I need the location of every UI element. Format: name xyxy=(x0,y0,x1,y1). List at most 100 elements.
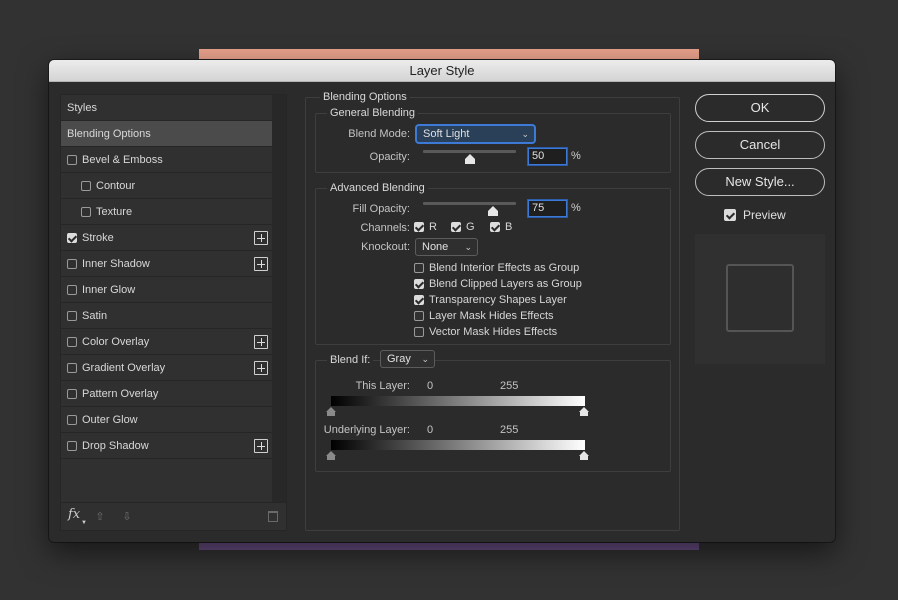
underlying-layer-max: 255 xyxy=(500,424,519,436)
channel-g-label: G xyxy=(466,221,475,233)
style-item-texture[interactable]: Texture xyxy=(61,199,272,225)
fill-opacity-input[interactable]: 75 xyxy=(528,200,567,217)
add-effect-instance-icon[interactable] xyxy=(254,361,268,375)
add-effect-button[interactable]: fx xyxy=(68,507,80,522)
style-item-label: Inner Shadow xyxy=(82,257,150,270)
style-item-checkbox[interactable] xyxy=(67,154,77,165)
fill-opacity-slider-track[interactable] xyxy=(423,202,516,205)
opacity-slider-track[interactable] xyxy=(423,150,516,153)
underlying-layer-label: Underlying Layer: xyxy=(323,424,410,436)
styles-footer: fx ▼ ⇧ ⇩ xyxy=(61,502,286,530)
style-item-stroke[interactable]: Stroke xyxy=(61,225,272,251)
style-item-checkbox[interactable] xyxy=(67,336,77,347)
fill-opacity-slider-thumb[interactable] xyxy=(487,206,498,216)
knockout-value: None xyxy=(422,241,449,253)
add-effect-instance-icon[interactable] xyxy=(254,335,268,349)
move-down-icon[interactable]: ⇩ xyxy=(121,511,133,523)
style-item-checkbox[interactable] xyxy=(67,284,77,295)
layer-style-dialog: Layer Style Styles Blending Options Bevel … xyxy=(49,60,835,542)
knockout-select[interactable]: None ⌄ xyxy=(415,238,478,256)
style-item-inner-shadow[interactable]: Inner Shadow xyxy=(61,251,272,277)
style-item-label: Gradient Overlay xyxy=(82,361,166,374)
style-item-contour[interactable]: Contour xyxy=(61,173,272,199)
trash-icon[interactable] xyxy=(268,511,278,522)
style-item-label: Contour xyxy=(96,179,136,192)
style-item-checkbox[interactable] xyxy=(81,180,91,191)
move-up-icon[interactable]: ⇧ xyxy=(94,511,106,523)
style-item-checkbox[interactable] xyxy=(67,232,77,243)
option-blend-clipped-layers-as-group[interactable]: Blend Clipped Layers as Group xyxy=(414,278,582,290)
this-layer-black-slider[interactable] xyxy=(326,407,336,416)
channel-b-checkbox[interactable] xyxy=(490,222,500,232)
blend-mode-label: Blend Mode: xyxy=(348,128,410,140)
general-blending-group: General Blending Blend Mode: Soft Light … xyxy=(315,107,671,173)
style-item-label: Bevel & Emboss xyxy=(82,153,163,166)
channel-g[interactable]: G xyxy=(451,221,475,233)
underlying-layer-white-slider[interactable] xyxy=(579,451,589,460)
style-item-checkbox[interactable] xyxy=(67,310,77,321)
option-vector-mask-hides-effects[interactable]: Vector Mask Hides Effects xyxy=(414,326,557,338)
this-layer-gradient xyxy=(331,396,585,406)
blend-mode-select[interactable]: Soft Light ⌄ xyxy=(416,125,535,143)
channels-label: Channels: xyxy=(360,222,410,234)
dialog-title: Layer Style xyxy=(49,60,835,82)
this-layer-max: 255 xyxy=(500,380,519,392)
option-checkbox[interactable] xyxy=(414,311,424,321)
opacity-input[interactable]: 50 xyxy=(528,148,567,165)
style-item-checkbox[interactable] xyxy=(81,206,91,217)
advanced-blending-group: Advanced Blending Fill Opacity: 75 % Cha… xyxy=(315,182,671,345)
style-item-pattern-overlay[interactable]: Pattern Overlay xyxy=(61,381,272,407)
channel-r-checkbox[interactable] xyxy=(414,222,424,232)
style-item-checkbox[interactable] xyxy=(67,362,77,373)
chevron-down-icon: ⌄ xyxy=(421,354,429,364)
option-checkbox[interactable] xyxy=(414,295,424,305)
option-blend-interior-effects-as-group[interactable]: Blend Interior Effects as Group xyxy=(414,262,579,274)
blending-options-title: Blending Options xyxy=(320,91,410,103)
styles-list: Styles Blending Options Bevel & Emboss Cont… xyxy=(61,95,272,459)
preview-checkbox[interactable] xyxy=(724,209,736,221)
chevron-down-icon: ⌄ xyxy=(521,129,529,139)
preview-toggle[interactable]: Preview xyxy=(724,208,786,222)
style-item-checkbox[interactable] xyxy=(67,440,77,451)
style-item-label: Inner Glow xyxy=(82,283,136,296)
ok-button[interactable]: OK xyxy=(695,94,825,122)
option-label: Transparency Shapes Layer xyxy=(429,294,567,306)
style-item-label: Pattern Overlay xyxy=(82,387,159,400)
style-item-color-overlay[interactable]: Color Overlay xyxy=(61,329,272,355)
style-item-satin[interactable]: Satin xyxy=(61,303,272,329)
option-checkbox[interactable] xyxy=(414,263,424,273)
add-effect-instance-icon[interactable] xyxy=(254,231,268,245)
opacity-slider-thumb[interactable] xyxy=(464,154,475,164)
cancel-button[interactable]: Cancel xyxy=(695,131,825,159)
this-layer-min: 0 xyxy=(427,380,434,392)
channel-r[interactable]: R xyxy=(414,221,437,233)
preview-swatch xyxy=(726,264,794,332)
knockout-label: Knockout: xyxy=(361,241,410,253)
add-effect-instance-icon[interactable] xyxy=(254,439,268,453)
style-item-blending-options[interactable]: Blending Options xyxy=(61,121,272,147)
style-item-label: Color Overlay xyxy=(82,335,150,348)
underlying-layer-black-slider[interactable] xyxy=(326,451,336,460)
this-layer-white-slider[interactable] xyxy=(579,407,589,416)
option-checkbox[interactable] xyxy=(414,279,424,289)
channel-b[interactable]: B xyxy=(490,221,512,233)
new-style-button[interactable]: New Style... xyxy=(695,168,825,196)
style-item-checkbox[interactable] xyxy=(67,258,77,269)
style-item-inner-glow[interactable]: Inner Glow xyxy=(61,277,272,303)
option-transparency-shapes-layer[interactable]: Transparency Shapes Layer xyxy=(414,294,567,306)
style-item-drop-shadow[interactable]: Drop Shadow xyxy=(61,433,272,459)
option-label: Layer Mask Hides Effects xyxy=(429,310,554,322)
option-checkbox[interactable] xyxy=(414,327,424,337)
style-item-checkbox[interactable] xyxy=(67,388,77,399)
style-item-label: Blending Options xyxy=(67,127,151,140)
style-item-label: Texture xyxy=(96,205,133,218)
channel-g-checkbox[interactable] xyxy=(451,222,461,232)
add-effect-instance-icon[interactable] xyxy=(254,257,268,271)
option-layer-mask-hides-effects[interactable]: Layer Mask Hides Effects xyxy=(414,310,554,322)
style-item-bevel-emboss[interactable]: Bevel & Emboss xyxy=(61,147,272,173)
style-item-gradient-overlay[interactable]: Gradient Overlay xyxy=(61,355,272,381)
style-item-outer-glow[interactable]: Outer Glow xyxy=(61,407,272,433)
style-item-checkbox[interactable] xyxy=(67,414,77,425)
blend-if-select[interactable]: Gray ⌄ xyxy=(380,350,435,368)
styles-scrollbar[interactable] xyxy=(272,95,286,504)
